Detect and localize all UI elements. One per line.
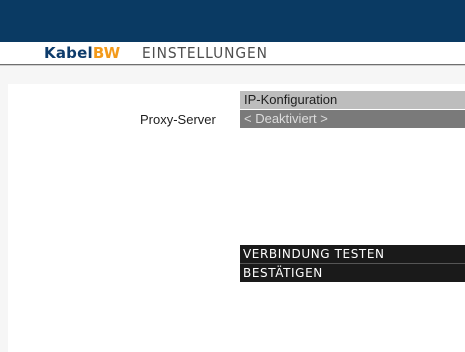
page-title: EINSTELLUNGEN <box>142 44 268 62</box>
logo-kabel-text: Kabel <box>44 44 93 62</box>
confirm-button[interactable]: BESTÄTIGEN <box>240 264 465 282</box>
proxy-server-selector[interactable]: < Deaktiviert > <box>240 110 465 128</box>
ip-config-item[interactable]: IP-Konfiguration <box>240 91 465 109</box>
test-connection-button[interactable]: VERBINDUNG TESTEN <box>240 245 465 263</box>
kabelbw-logo: KabelBW <box>44 44 120 62</box>
proxy-server-label: Proxy-Server <box>140 112 216 127</box>
header-bar: KabelBW EINSTELLUNGEN <box>0 42 465 65</box>
top-bar <box>0 0 465 42</box>
logo-bw-text: BW <box>92 44 121 62</box>
